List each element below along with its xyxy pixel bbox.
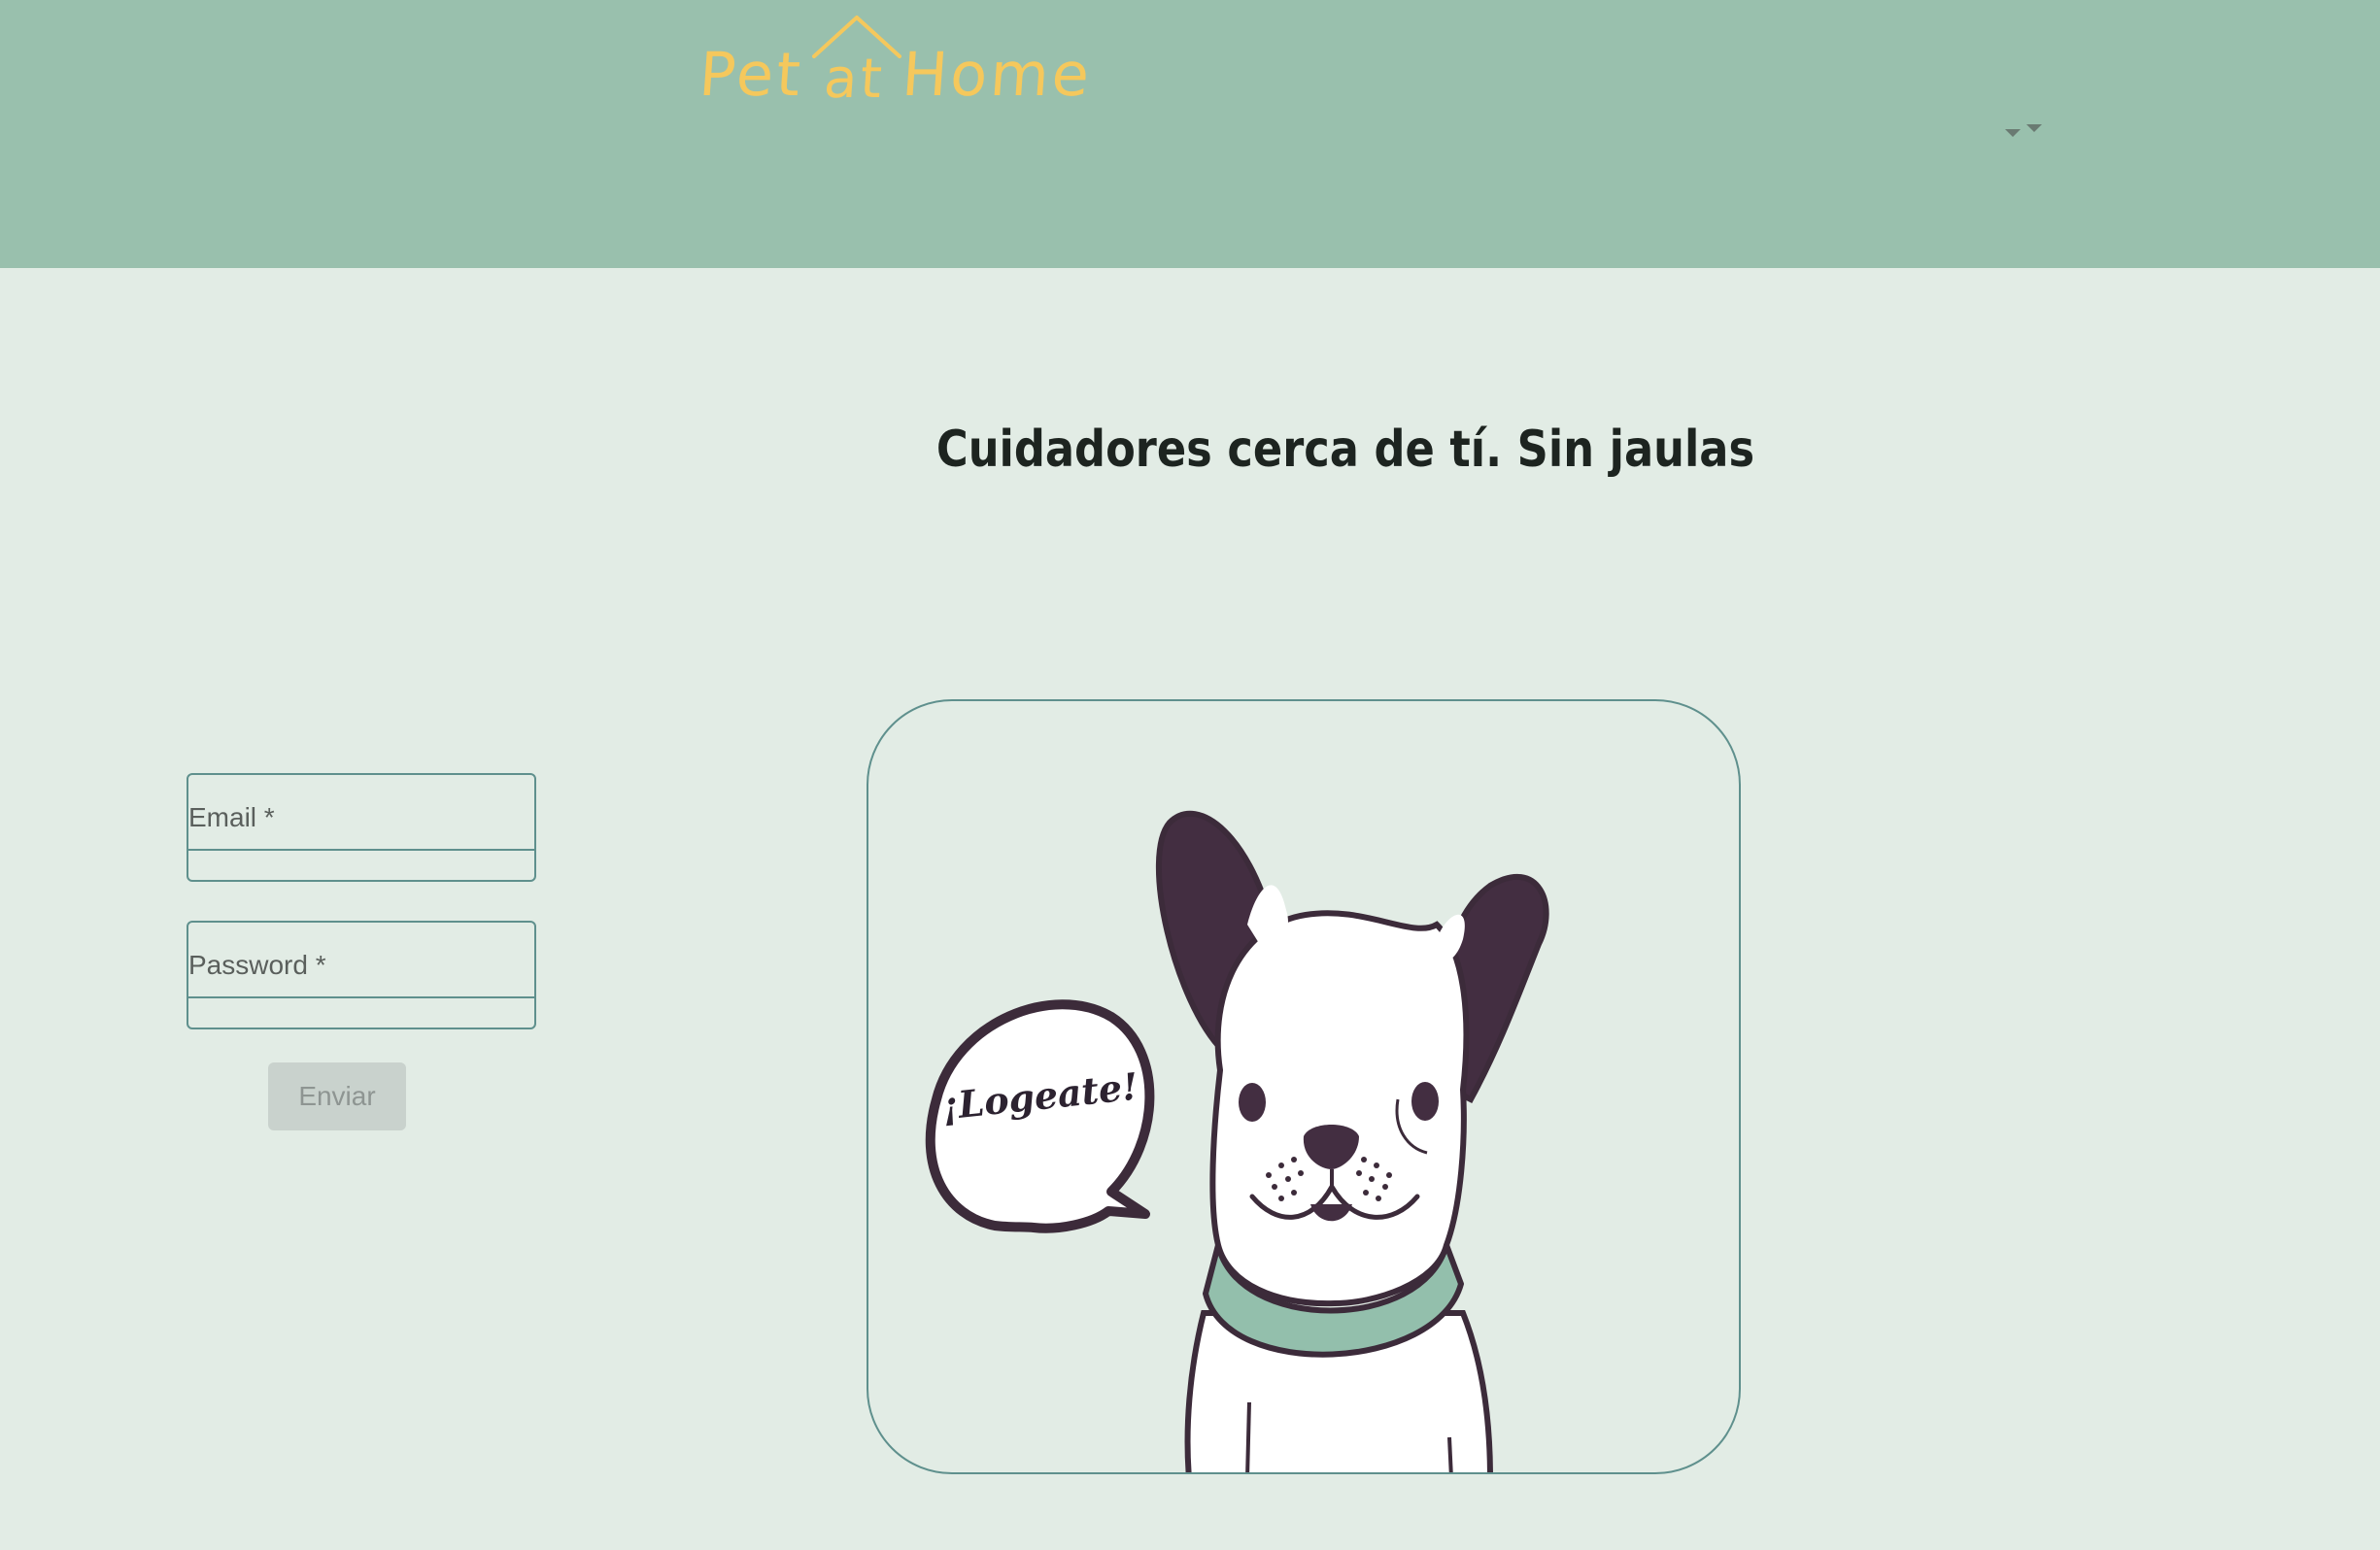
dog-left-eye (1239, 1083, 1266, 1122)
submit-button[interactable]: Enviar (268, 1062, 406, 1130)
password-label: Password * (188, 950, 326, 980)
email-field[interactable]: Email * (187, 773, 536, 882)
logo-text-left: Pet (697, 39, 806, 110)
site-header: Pet at Home (0, 0, 2380, 268)
password-input[interactable] (188, 996, 534, 1029)
pet-at-home-logo[interactable]: Pet at Home (692, 12, 1100, 111)
logo-text: Pet at Home (697, 39, 1095, 111)
chevron-down-icon (2005, 124, 2042, 137)
dog-right-eye (1411, 1082, 1439, 1121)
password-field[interactable]: Password * (187, 921, 536, 1029)
logo-text-at: at (822, 48, 887, 111)
page-headline: Cuidadores cerca de tí. Sin jaulas (935, 420, 1755, 479)
dog-illustration: ¡Logeate! (925, 810, 1549, 1472)
email-input[interactable] (188, 849, 534, 882)
speech-bubble: ¡Logeate! (925, 999, 1155, 1233)
dog-illustration-card: ¡Logeate! (867, 699, 1741, 1474)
logo-text-right: Home (900, 39, 1095, 110)
menu-dropdown-toggle[interactable] (2001, 118, 2050, 148)
email-label: Email * (188, 802, 275, 832)
